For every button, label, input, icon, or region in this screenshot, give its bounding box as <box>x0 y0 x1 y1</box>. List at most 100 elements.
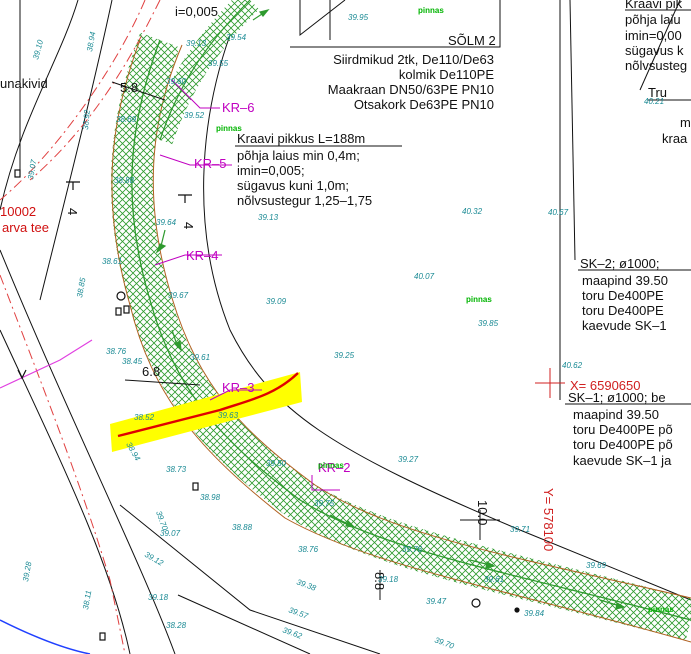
side-number: 4 <box>181 222 196 229</box>
elevation: 39.07 <box>26 159 38 181</box>
elevation: 40.21 <box>644 97 664 106</box>
elevation: 39.70 <box>433 635 455 650</box>
elevation: 39.57 <box>287 605 309 620</box>
elevation-labels: 39.95 39.13 39.54 39.55 39.10 38.94 38.9… <box>21 13 664 651</box>
ditch-line: imin=0,005; <box>237 163 305 178</box>
ditch-line: nõlvsustegur 1,25–1,75 <box>237 193 372 208</box>
elevation: 39.60 <box>166 77 187 86</box>
elevation: 39.67 <box>168 291 189 300</box>
node-line: Siirdmikud 2tk, De110/De63 <box>333 52 494 67</box>
kr-label: KR–3 <box>222 380 255 395</box>
elevation: 39.18 <box>378 575 399 584</box>
elevation: 39.63 <box>218 411 239 420</box>
sk2-line: toru De400PE <box>582 288 664 303</box>
elevation: 40.62 <box>562 361 583 370</box>
right-top-line: nõlvsusteg <box>625 58 687 73</box>
elevation: 39.10 <box>31 38 45 60</box>
right-top-line: põhja laiu <box>625 12 681 27</box>
tru-notes: Tru m kraa <box>648 85 691 146</box>
ditch-line: sügavus kuni 1,0m; <box>237 178 349 193</box>
elevation: 38.45 <box>122 357 143 366</box>
water-line <box>0 619 91 654</box>
elevation: 39.61 <box>190 353 210 362</box>
vegetation-label: pinnas <box>466 295 492 304</box>
elevation: 38.92 <box>81 109 92 130</box>
x-coordinate-label: X= 6590650 <box>570 378 640 393</box>
elevation: 39.09 <box>266 297 287 306</box>
y-coordinate-label: Y= 578100 <box>541 488 556 551</box>
boundary-line <box>0 339 93 389</box>
elevation: 38.88 <box>232 523 253 532</box>
elevation: 38.52 <box>134 413 155 422</box>
elevation: 38.98 <box>200 493 221 502</box>
vegetation-label: pinnas <box>418 6 444 15</box>
kr-label: KR–5 <box>194 156 227 171</box>
ditch-line: põhja laius min 0,4m; <box>237 148 360 163</box>
elevation: 39.64 <box>156 218 177 227</box>
dimension-label: 5.8 <box>120 80 138 95</box>
node-lines: Siirdmikud 2tk, De110/De63 kolmik De110P… <box>328 52 495 112</box>
sk1-line: toru De400PE põ <box>573 437 673 452</box>
elevation: 38.76 <box>106 347 127 356</box>
elevation: 38.28 <box>166 621 187 630</box>
elevation: 39.71 <box>510 525 530 534</box>
right-top-line: Kraavi pik <box>625 0 683 11</box>
dimension-label: 6.8 <box>142 364 160 379</box>
slope-label: i=0,005 <box>175 4 218 19</box>
drainage-plan-map: i=0,005 SÕLM 2 Siirdmikud 2tk, De110/De6… <box>0 0 691 654</box>
elevation: 39.27 <box>398 455 419 464</box>
ditch-notes: Kraavi pikkus L=188m põhja laius min 0,4… <box>237 131 372 208</box>
node-line: Maakraan DN50/63PE PN10 <box>328 82 494 97</box>
right-top-line: imin=0,00 <box>625 28 682 43</box>
elevation: 39.85 <box>478 319 499 328</box>
right-top-line: sügavus k <box>625 43 684 58</box>
elevation: 38.73 <box>166 465 187 474</box>
sk2-line: maapind 39.50 <box>582 273 668 288</box>
elevation: 39.69 <box>586 561 607 570</box>
elevation: 39.54 <box>226 33 247 42</box>
elevation: 38.88 <box>114 176 135 185</box>
dimension-label: 10.0 <box>475 500 490 525</box>
elevation: 38.61 <box>102 257 122 266</box>
elevation: 39.07 <box>160 529 181 538</box>
place-name: unakivid <box>0 76 48 91</box>
elevation: 39.62 <box>281 625 303 640</box>
elevation: 40.07 <box>414 272 435 281</box>
elevation: 38.11 <box>81 590 93 611</box>
elevation: 39.13 <box>258 213 279 222</box>
elevation: 38.94 <box>85 31 97 53</box>
side-number: 4 <box>65 208 80 215</box>
vegetation-label: pinnas <box>216 124 242 133</box>
elevation: 39.95 <box>348 13 369 22</box>
ditch-line: Kraavi pikkus L=188m <box>237 131 365 146</box>
vegetation-label: pinnas <box>318 461 344 470</box>
parcel-number: 10002 <box>0 204 36 219</box>
node-title: SÕLM 2 <box>448 33 496 48</box>
sk2-line: kaevude SK–1 <box>582 318 667 333</box>
sk2-line: toru De400PE <box>582 303 664 318</box>
elevation: 38.69 <box>116 115 137 124</box>
sk2-notes: SK–2; ø1000; maapind 39.50 toru De400PE … <box>580 256 668 333</box>
kr-label: KR–6 <box>222 100 255 115</box>
sk2-line: SK–2; ø1000; <box>580 256 660 271</box>
elevation: 39.61 <box>484 575 504 584</box>
vegetation-label: pinnas <box>648 605 674 614</box>
elevation: 39.12 <box>143 550 165 568</box>
elevation: 39.18 <box>148 593 169 602</box>
elevation: 39.55 <box>208 59 229 68</box>
node-line: Otsakork De63PE PN10 <box>354 97 494 112</box>
sk1-line: maapind 39.50 <box>573 407 659 422</box>
elevation: 40.32 <box>462 207 483 216</box>
elevation: 40.67 <box>548 208 569 217</box>
road-name: arva tee <box>2 220 49 235</box>
elevation: 39.76 <box>402 545 423 554</box>
sk1-line: kaevude SK–1 ja <box>573 453 672 468</box>
elevation: 39.50 <box>266 459 287 468</box>
right-top-notes: Kraavi pik põhja laiu imin=0,00 sügavus … <box>625 0 687 73</box>
tru-line: kraa <box>662 131 688 146</box>
elevation: 38.76 <box>298 545 319 554</box>
elevation: 39.75 <box>314 499 335 508</box>
map-canvas: i=0,005 SÕLM 2 Siirdmikud 2tk, De110/De6… <box>0 0 691 654</box>
elevation: 39.84 <box>524 609 545 618</box>
tru-line: m <box>680 115 691 130</box>
